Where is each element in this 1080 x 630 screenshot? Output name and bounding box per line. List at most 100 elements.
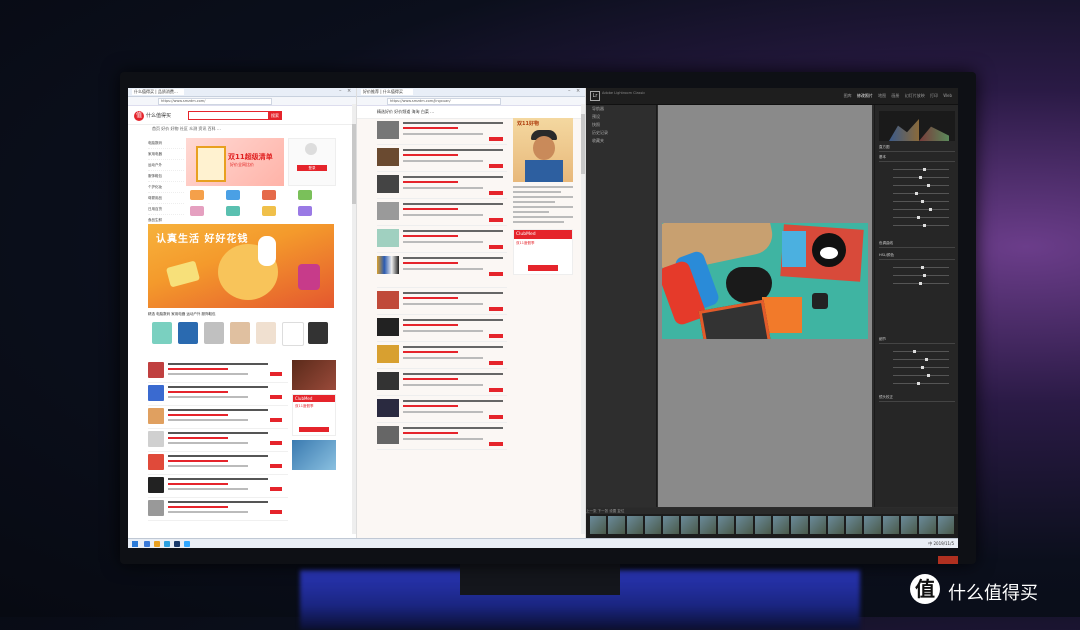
slider[interactable] <box>893 350 949 353</box>
go-button[interactable] <box>270 487 282 491</box>
login-button[interactable]: 登录 <box>297 165 327 171</box>
go-button[interactable] <box>489 442 503 446</box>
go-button[interactable] <box>489 191 503 195</box>
film-thumb[interactable] <box>809 516 826 534</box>
product-thumb[interactable] <box>178 322 198 344</box>
list-item[interactable] <box>377 342 507 369</box>
product-thumb[interactable] <box>256 322 276 344</box>
film-thumb[interactable] <box>736 516 753 534</box>
quick-entry-icon[interactable] <box>262 206 276 216</box>
taskbar-app-icon[interactable] <box>154 541 160 547</box>
main-nav[interactable]: 首页 好价 好物 社区 众测 资讯 百科 … <box>128 125 356 132</box>
film-thumb[interactable] <box>699 516 717 534</box>
product-thumb[interactable] <box>308 322 328 344</box>
ad-card[interactable]: ClubMed 双11度假季 <box>513 229 573 275</box>
list-item[interactable] <box>377 145 507 172</box>
close-icon[interactable]: × <box>576 89 581 94</box>
film-thumb[interactable] <box>590 516 607 534</box>
go-button[interactable] <box>489 361 503 365</box>
module-map[interactable]: 地图 <box>878 93 886 98</box>
system-tray[interactable]: 中 2019/11/5 <box>928 541 954 547</box>
go-button[interactable] <box>489 307 503 311</box>
go-button[interactable] <box>270 395 282 399</box>
slider[interactable] <box>893 216 949 219</box>
filmstrip[interactable] <box>590 516 954 534</box>
product-thumb[interactable] <box>152 322 172 344</box>
minimize-icon[interactable]: – <box>568 89 573 94</box>
scrollbar[interactable] <box>352 104 356 534</box>
quick-entry-icon[interactable] <box>190 190 204 200</box>
quick-entry-icon[interactable] <box>262 190 276 200</box>
panel-navigator[interactable]: 导航器 <box>586 105 656 113</box>
list-item[interactable] <box>377 396 507 423</box>
promo-banner[interactable]: 双11超级清单 好价全网比价 <box>186 138 284 186</box>
browser-tab[interactable]: 什么值得买 | 品质消费… <box>132 89 184 95</box>
slider[interactable] <box>893 266 949 269</box>
minimize-icon[interactable]: – <box>339 89 344 94</box>
go-button[interactable] <box>270 372 282 376</box>
photo-preview[interactable] <box>662 223 868 339</box>
list-item[interactable] <box>377 315 507 342</box>
panel-lens-corrections[interactable]: 镜头校正 <box>879 395 955 402</box>
film-thumb[interactable] <box>626 516 643 534</box>
slider[interactable] <box>893 374 949 377</box>
go-button[interactable] <box>489 245 503 249</box>
slider[interactable] <box>893 274 949 277</box>
close-icon[interactable]: × <box>347 89 352 94</box>
panel-basic[interactable]: 基本 <box>879 155 955 162</box>
go-button[interactable] <box>489 388 503 392</box>
go-button[interactable] <box>489 218 503 222</box>
category-item[interactable]: 服饰鞋包 <box>148 171 184 182</box>
film-thumb[interactable] <box>919 516 936 534</box>
quick-entry-icon[interactable] <box>190 206 204 216</box>
taskbar-app-icon[interactable] <box>174 541 180 547</box>
lightroom-window[interactable]: Lr Adobe Lightroom Classic 图库 修改照片 地图 画册… <box>586 88 958 538</box>
browser-window-middle[interactable]: 好价推荐 | 什么值得买 – × https://www.smzdm.com/j… <box>357 88 585 538</box>
slider[interactable] <box>893 282 949 285</box>
go-button[interactable] <box>270 464 282 468</box>
film-thumb[interactable] <box>754 516 771 534</box>
taskbar-app-icon[interactable] <box>144 541 150 547</box>
list-item[interactable] <box>148 406 288 429</box>
film-thumb[interactable] <box>882 516 900 534</box>
film-thumb[interactable] <box>681 516 698 534</box>
panel-collections[interactable]: 收藏夹 <box>586 137 656 145</box>
panel-presets[interactable]: 预设 <box>586 113 656 121</box>
go-button[interactable] <box>489 137 503 141</box>
taskbar-app-icon[interactable] <box>184 541 190 547</box>
url-input[interactable]: https://www.smzdm.com/jingxuan/ <box>387 98 501 105</box>
slider[interactable] <box>893 224 949 227</box>
panel-detail[interactable]: 细节 <box>879 337 955 344</box>
film-thumb[interactable] <box>718 516 735 534</box>
module-web[interactable]: Web <box>943 93 952 98</box>
ad-image[interactable] <box>292 360 336 390</box>
avatar[interactable] <box>305 143 317 155</box>
go-button[interactable] <box>489 415 503 419</box>
slider[interactable] <box>893 192 949 195</box>
go-button[interactable] <box>270 510 282 514</box>
module-slideshow[interactable]: 幻灯片放映 <box>905 93 925 98</box>
url-input[interactable]: https://www.smzdm.com/ <box>158 98 272 105</box>
scrollbar-thumb[interactable] <box>581 114 585 174</box>
quick-entry-icon[interactable] <box>298 190 312 200</box>
taskbar-app-icon[interactable] <box>164 541 170 547</box>
quick-entry-icon[interactable] <box>226 190 240 200</box>
panel-tone-curve[interactable]: 色调曲线 <box>879 241 955 248</box>
list-item[interactable] <box>148 452 288 475</box>
panel-hsl[interactable]: HSL/颜色 <box>879 253 955 260</box>
module-develop[interactable]: 修改照片 <box>857 93 873 98</box>
film-thumb[interactable] <box>791 516 808 534</box>
slider[interactable] <box>893 168 949 171</box>
list-item[interactable] <box>377 172 507 199</box>
module-book[interactable]: 画册 <box>891 93 899 98</box>
slider[interactable] <box>893 176 949 179</box>
list-item[interactable] <box>148 475 288 498</box>
go-button[interactable] <box>489 334 503 338</box>
panel-history[interactable]: 历史记录 <box>586 129 656 137</box>
product-thumb[interactable] <box>230 322 250 344</box>
browser-window-left[interactable]: 什么值得买 | 品质消费… – × https://www.smzdm.com/… <box>128 88 356 538</box>
ad-button[interactable] <box>528 265 558 271</box>
film-thumb[interactable] <box>644 516 662 534</box>
category-item[interactable]: 电脑数码 <box>148 138 184 149</box>
module-library[interactable]: 图库 <box>844 93 852 98</box>
